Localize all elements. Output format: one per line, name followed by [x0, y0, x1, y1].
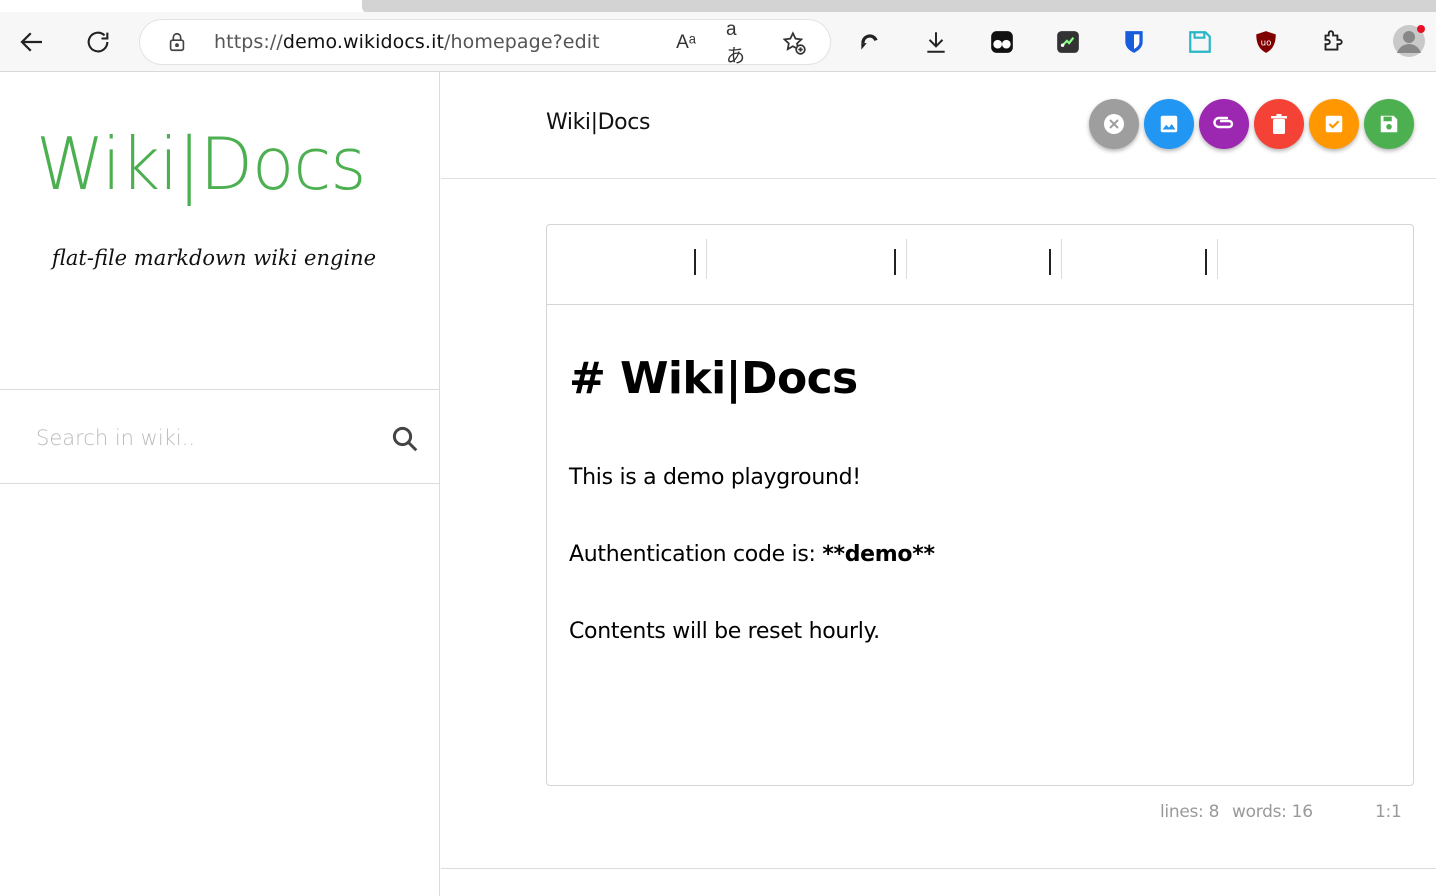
url-path: /homepage?edit: [444, 31, 600, 53]
lock-icon[interactable]: [166, 31, 188, 58]
toolbar-separator: [1205, 249, 1207, 275]
history-icon[interactable]: [856, 28, 884, 56]
checkbox-icon: [1325, 115, 1343, 133]
sidebar-divider-top: [0, 389, 440, 390]
bitwarden-icon[interactable]: [1120, 28, 1148, 56]
favorite-star-icon[interactable]: [780, 29, 808, 57]
sidebar-divider-bottom: [0, 483, 440, 484]
status-cursor: 1:1: [1375, 802, 1402, 822]
site-logo[interactable]: Wiki|Docs: [36, 128, 366, 200]
auth-code: **demo**: [822, 542, 935, 567]
svg-text:uo: uo: [1261, 38, 1272, 48]
sidebar: Wiki|Docs flat-file markdown wiki engine: [0, 72, 440, 896]
status-words: words: 16: [1232, 802, 1313, 822]
delete-button[interactable]: [1254, 99, 1304, 149]
editor-toolbar: [547, 225, 1413, 305]
search-button[interactable]: [388, 422, 422, 456]
footer-divider: [441, 868, 1436, 869]
arrow-left-icon: [20, 32, 42, 52]
close-button[interactable]: [1089, 99, 1139, 149]
search-icon: [392, 426, 418, 452]
auth-label: Authentication code is:: [569, 542, 823, 567]
read-aloud-icon[interactable]: Aᵃ: [672, 29, 700, 57]
markdown-heading[interactable]: # Wiki|Docs: [569, 353, 858, 404]
toolbar-separator: [894, 249, 896, 275]
main-content: Wiki|Docs # Wiki|Docs This is a demo pla…: [441, 72, 1436, 896]
toolbar-divider: [906, 239, 907, 279]
toolbar-divider: [1061, 239, 1062, 279]
trash-icon: [1271, 114, 1287, 134]
ublock-shield-icon[interactable]: uo: [1252, 28, 1280, 56]
approve-button[interactable]: [1309, 99, 1359, 149]
url-text[interactable]: https://demo.wikidocs.it/homepage?edit: [214, 31, 600, 53]
insert-image-button[interactable]: [1144, 99, 1194, 149]
markdown-editor: # Wiki|Docs This is a demo playground! A…: [546, 224, 1414, 786]
address-bar[interactable]: https://demo.wikidocs.it/homepage?edit A…: [140, 19, 830, 67]
tampermonkey-icon[interactable]: [988, 28, 1016, 56]
save-button[interactable]: [1364, 99, 1414, 149]
attachment-icon: [1213, 116, 1234, 129]
markdown-line-1[interactable]: This is a demo playground!: [569, 465, 861, 490]
url-host: demo.wikidocs.it: [282, 31, 444, 53]
attachment-button[interactable]: [1199, 99, 1249, 149]
page-title: Wiki|Docs: [546, 110, 651, 135]
toolbar-divider: [706, 239, 707, 279]
site-tagline: flat-file markdown wiki engine: [51, 246, 377, 270]
floppy-save-icon[interactable]: [1186, 28, 1214, 56]
browser-toolbar: https://demo.wikidocs.it/homepage?edit A…: [0, 12, 1436, 72]
image-icon: [1160, 115, 1178, 133]
markdown-line-2[interactable]: Authentication code is: **demo**: [569, 542, 935, 567]
reload-icon: [87, 31, 109, 53]
extensions-puzzle-icon[interactable]: [1318, 28, 1346, 56]
extension-dark-icon[interactable]: [1054, 28, 1082, 56]
toolbar-separator: [1049, 249, 1051, 275]
toolbar-separator: [694, 249, 696, 275]
header-divider: [441, 178, 1436, 179]
reload-button[interactable]: [80, 24, 116, 60]
close-circle-icon: [1104, 114, 1124, 134]
markdown-line-3[interactable]: Contents will be reset hourly.: [569, 619, 880, 644]
back-button[interactable]: [14, 24, 50, 60]
profile-avatar-icon[interactable]: [1392, 24, 1426, 58]
url-prefix: https://: [214, 31, 283, 53]
save-disk-icon: [1380, 115, 1398, 133]
download-icon[interactable]: [922, 28, 950, 56]
translate-icon[interactable]: aあ: [726, 19, 754, 67]
toolbar-divider: [1217, 239, 1218, 279]
status-lines: lines: 8: [1160, 802, 1220, 822]
search-input[interactable]: [36, 422, 396, 454]
